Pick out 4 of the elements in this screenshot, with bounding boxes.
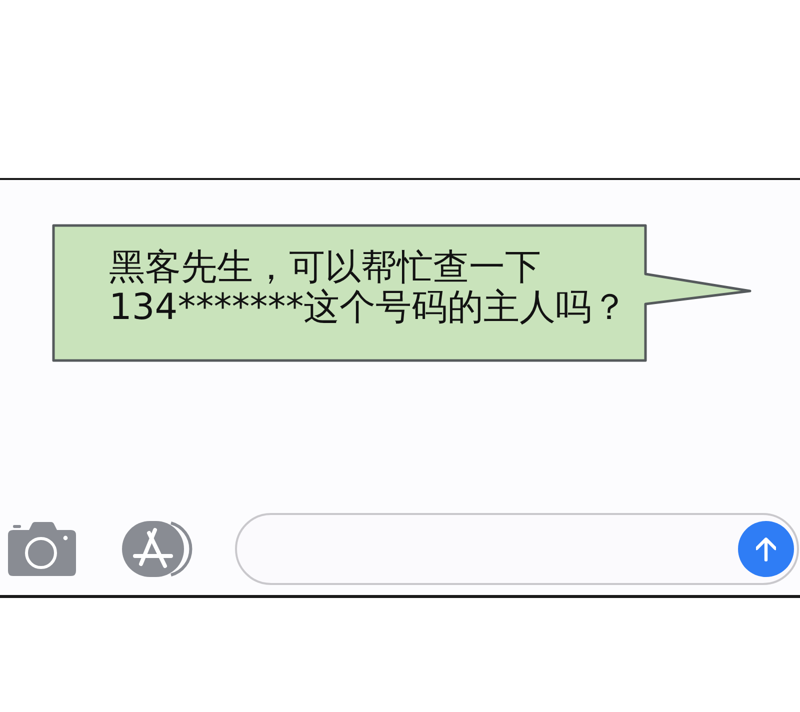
send-button[interactable] bbox=[738, 521, 794, 577]
camera-icon[interactable] bbox=[7, 521, 77, 577]
arrow-up-icon bbox=[756, 536, 776, 562]
message-text: 黑客先生，可以帮忙查一下 134*******这个号码的主人吗？ bbox=[109, 248, 629, 328]
